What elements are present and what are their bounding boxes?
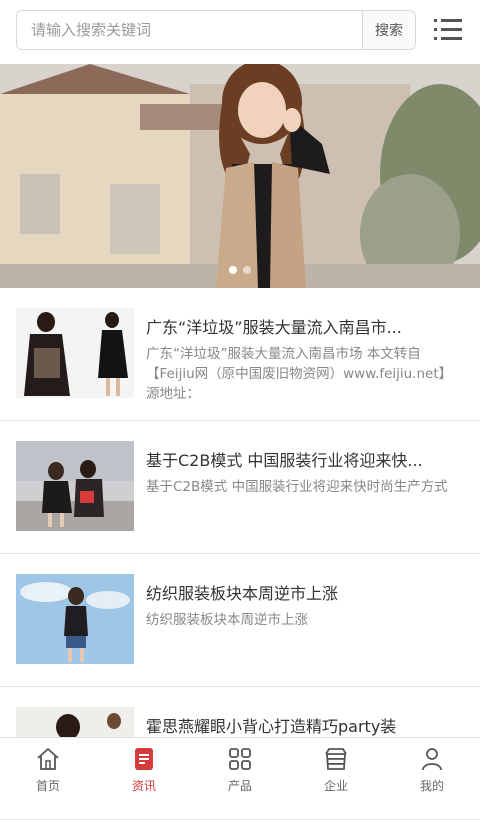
news-summary: 纺织服装板块本周逆市上涨	[146, 612, 308, 628]
tab-label: 我的	[419, 778, 444, 793]
news-title: 广东“洋垃圾”服装大量流入南昌市...	[146, 318, 402, 337]
search-input[interactable]	[17, 11, 363, 49]
tab-label: 资讯	[131, 778, 156, 793]
news-icon	[135, 747, 153, 770]
tab-profile[interactable]: 我的	[384, 738, 480, 801]
tab-label: 企业	[323, 778, 348, 793]
news-item[interactable]: 纺织服装板块本周逆市上涨 纺织服装板块本周逆市上涨	[0, 554, 480, 687]
tab-enterprise[interactable]: 企业	[288, 738, 384, 801]
tab-home[interactable]: 首页	[0, 738, 96, 801]
tab-products[interactable]: 产品	[192, 738, 288, 801]
search-box: 搜索	[16, 10, 416, 50]
carousel-dot[interactable]	[243, 266, 251, 274]
banner-image	[0, 64, 480, 288]
news-title: 纺织服装板块本周逆市上涨	[146, 584, 339, 603]
news-summary: 基于C2B模式 中国服装行业将迎来快时尚生产方式	[146, 479, 448, 495]
news-item[interactable]: 基于C2B模式 中国服装行业将迎来快... 基于C2B模式 中国服装行业将迎来快…	[0, 421, 480, 554]
tab-label: 首页	[35, 778, 60, 793]
banner-carousel[interactable]	[0, 64, 480, 288]
news-thumbnail	[16, 441, 134, 531]
carousel-indicators	[0, 266, 480, 274]
list-menu-icon[interactable]	[432, 16, 464, 44]
top-header: 搜索	[0, 0, 480, 65]
tab-label: 产品	[227, 778, 252, 793]
news-thumbnail	[16, 574, 134, 664]
user-icon	[422, 747, 442, 770]
news-summary: 广东“洋垃圾”服装大量流入南昌市场 本文转自【Feijiu网（原中国废旧物资网）…	[146, 346, 453, 402]
news-title: 基于C2B模式 中国服装行业将迎来快...	[146, 451, 423, 470]
news-item[interactable]: 广东“洋垃圾”服装大量流入南昌市... 广东“洋垃圾”服装大量流入南昌市场 本文…	[0, 288, 480, 421]
news-thumbnail	[16, 308, 134, 398]
search-button[interactable]: 搜索	[362, 11, 415, 49]
news-title: 霍思燕耀眼小背心打造精巧party装	[146, 717, 397, 736]
home-icon	[37, 747, 59, 770]
enterprise-icon	[325, 747, 347, 770]
bottom-tab-bar: 首页 资讯 产品 企业 我的	[0, 737, 480, 801]
grid-icon	[229, 747, 251, 770]
tab-news[interactable]: 资讯	[96, 738, 192, 801]
carousel-dot[interactable]	[229, 266, 237, 274]
